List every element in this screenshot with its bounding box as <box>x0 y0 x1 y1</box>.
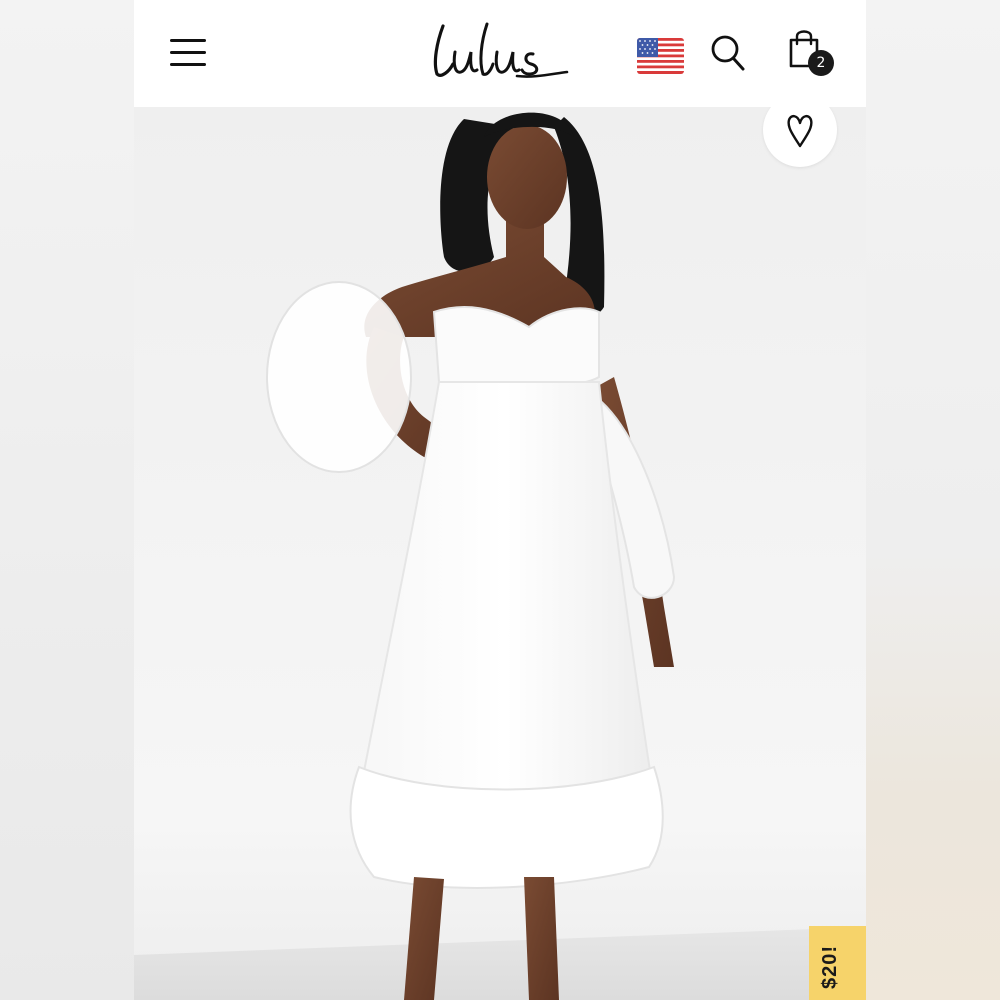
shopping-bag-button[interactable]: 2 <box>786 28 838 80</box>
background-right <box>866 0 1000 1000</box>
promo-label: $20! <box>819 944 841 989</box>
product-image[interactable]: $20! <box>134 107 866 1000</box>
logo-wordmark <box>433 22 569 78</box>
background-left <box>0 0 134 1000</box>
us-flag-icon[interactable] <box>637 38 684 74</box>
model-illustration <box>134 112 866 1000</box>
mobile-screen: 2 $20! <box>134 0 866 1000</box>
lulus-logo[interactable] <box>429 12 579 92</box>
hamburger-menu-icon[interactable] <box>170 36 208 68</box>
heart-icon <box>787 115 813 148</box>
promo-tab[interactable]: $20! <box>809 926 866 1000</box>
site-header: 2 <box>134 0 866 107</box>
cart-count-badge: 2 <box>808 50 834 76</box>
search-icon[interactable] <box>710 34 746 72</box>
